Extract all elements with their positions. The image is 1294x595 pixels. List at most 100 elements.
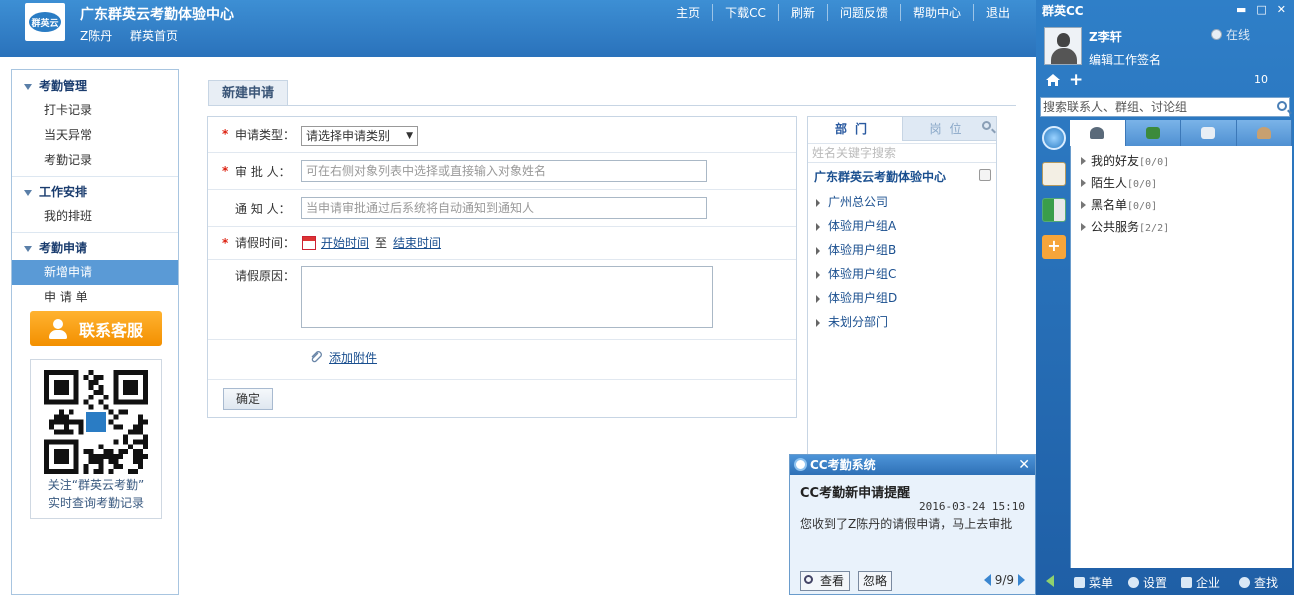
message-count[interactable]: 10 bbox=[1254, 73, 1268, 86]
tab-organization[interactable] bbox=[1125, 120, 1181, 146]
org-search-input[interactable]: 姓名关键字搜索 bbox=[808, 143, 996, 163]
org-item[interactable]: 未划分部门 bbox=[816, 313, 888, 330]
nav-refresh[interactable]: 刷新 bbox=[777, 4, 827, 21]
org-root[interactable]: 广东群英云考勤体验中心 bbox=[814, 168, 946, 185]
plus-icon[interactable]: + bbox=[1042, 235, 1066, 259]
group-title: 考勤申请 bbox=[39, 241, 88, 255]
contact-support-button[interactable]: 联系客服 bbox=[30, 311, 162, 346]
tab-recent[interactable] bbox=[1236, 120, 1292, 146]
group-attendance-management[interactable]: 考勤管理 bbox=[12, 74, 178, 98]
settings-button[interactable]: 设置 bbox=[1128, 574, 1167, 591]
view-button-label: 查看 bbox=[819, 574, 844, 588]
clipboard-icon[interactable] bbox=[1042, 162, 1066, 186]
row-notify: 通 知 人： 当申请审批通过后系统将自动通知到通知人 bbox=[208, 190, 796, 227]
qr-caption-line2: 实时查询考勤记录 bbox=[47, 496, 144, 510]
back-arrow-icon[interactable] bbox=[1046, 575, 1054, 587]
request-type-label: 申请类型： bbox=[235, 128, 296, 142]
add-icon[interactable]: + bbox=[1069, 70, 1083, 90]
find-button[interactable]: 查找 bbox=[1239, 574, 1278, 591]
page-title: 新建申请 bbox=[208, 80, 288, 106]
sidebar-item-my-shifts[interactable]: 我的排班 bbox=[12, 204, 178, 229]
attendance-icon[interactable] bbox=[1042, 198, 1066, 222]
tab-contacts[interactable] bbox=[1070, 120, 1126, 146]
header-bar: 群英云 广东群英云考勤体验中心 Z陈丹 群英首页 主页 下载CC 刷新 问题反馈… bbox=[0, 0, 1036, 57]
group-work-schedule[interactable]: 工作安排 bbox=[12, 180, 178, 204]
list-item[interactable]: 我的好友[0/0] bbox=[1081, 152, 1169, 169]
enterprise-label: 企业 bbox=[1196, 576, 1221, 590]
signature-edit[interactable]: 编辑工作签名 bbox=[1089, 51, 1161, 68]
tab-department[interactable]: 部门 bbox=[808, 117, 903, 141]
cc-search-input[interactable]: 搜索联系人、群组、讨论组 bbox=[1040, 97, 1290, 117]
org-item[interactable]: 体验用户组B bbox=[816, 241, 896, 258]
group-name: 公共服务 bbox=[1091, 220, 1140, 234]
collapse-arrow-icon bbox=[24, 245, 32, 252]
nav-home[interactable]: 主页 bbox=[664, 4, 712, 21]
leave-reason-textarea[interactable] bbox=[301, 266, 713, 328]
status-selector[interactable]: 在线 bbox=[1211, 26, 1250, 43]
left-sidebar: 考勤管理 打卡记录 当天异常 考勤记录 工作安排 我的排班 考勤申请 新增申请 … bbox=[11, 69, 179, 595]
add-attachment-link[interactable]: 添加附件 bbox=[329, 349, 377, 366]
org-selector-panel: 部门 岗位 姓名关键字搜索 广东群英云考勤体验中心 广州总公司 体验用户组A 体… bbox=[807, 116, 997, 456]
nav-feedback[interactable]: 问题反馈 bbox=[826, 4, 900, 21]
maximize-icon[interactable]: □ bbox=[1256, 3, 1266, 16]
chat-icon bbox=[1201, 127, 1216, 139]
qunying-home-link[interactable]: 群英首页 bbox=[130, 27, 178, 44]
prev-arrow-icon[interactable] bbox=[983, 574, 991, 586]
close-icon[interactable]: ✕ bbox=[1018, 455, 1030, 475]
search-icon bbox=[804, 575, 813, 584]
minimize-icon[interactable]: ▬ bbox=[1236, 3, 1246, 16]
tab-position[interactable]: 岗位 bbox=[903, 117, 996, 141]
expand-arrow-icon bbox=[816, 246, 820, 255]
search-icon[interactable] bbox=[1277, 101, 1287, 111]
request-type-select[interactable]: 请选择申请类别 ▼ bbox=[301, 126, 418, 146]
group-count: [0/0] bbox=[1139, 157, 1170, 168]
logo-text: 群英云 bbox=[29, 12, 61, 32]
list-item[interactable]: 黑名单[0/0] bbox=[1081, 196, 1157, 213]
next-arrow-icon[interactable] bbox=[1018, 574, 1025, 586]
nav-download-cc[interactable]: 下载CC bbox=[712, 4, 778, 21]
sidebar-item-new-request[interactable]: 新增申请 bbox=[12, 260, 178, 285]
org-item[interactable]: 体验用户组A bbox=[816, 217, 896, 234]
nav-help[interactable]: 帮助中心 bbox=[899, 4, 973, 21]
sidebar-item-punch-records[interactable]: 打卡记录 bbox=[12, 98, 178, 123]
expand-arrow-icon bbox=[1081, 201, 1086, 209]
nav-logout[interactable]: 退出 bbox=[972, 4, 1022, 21]
sidebar-item-today-exceptions[interactable]: 当天异常 bbox=[12, 123, 178, 148]
cc-bottom-bar: 菜单 设置 企业 查找 bbox=[1036, 568, 1294, 595]
org-item[interactable]: 体验用户组C bbox=[816, 265, 896, 282]
org-item-label: 广州总公司 bbox=[828, 195, 889, 209]
group-attendance-request[interactable]: 考勤申请 bbox=[12, 236, 178, 260]
sidebar-item-request-list[interactable]: 申 请 单 bbox=[12, 285, 178, 310]
group-name: 黑名单 bbox=[1091, 198, 1128, 212]
avatar[interactable] bbox=[1044, 27, 1082, 65]
paperclip-icon bbox=[311, 351, 322, 363]
popup-header: CC考勤系统 ✕ bbox=[790, 455, 1035, 475]
home-icon[interactable] bbox=[1046, 74, 1060, 86]
calendar-icon[interactable] bbox=[302, 236, 316, 250]
tab-groups[interactable] bbox=[1181, 120, 1237, 146]
org-tabs: 部门 岗位 bbox=[808, 117, 996, 141]
row-actions: 确定 bbox=[208, 380, 796, 418]
org-item[interactable]: 体验用户组D bbox=[816, 289, 897, 306]
site-logo[interactable]: 群英云 bbox=[25, 3, 65, 41]
end-time-link[interactable]: 结束时间 bbox=[393, 234, 441, 251]
notify-input[interactable]: 当申请审批通过后系统将自动通知到通知人 bbox=[301, 197, 707, 219]
required-mark: * bbox=[222, 127, 229, 141]
start-time-link[interactable]: 开始时间 bbox=[321, 234, 369, 251]
confirm-button[interactable]: 确定 bbox=[223, 388, 273, 410]
collapse-arrow-icon bbox=[24, 189, 32, 196]
ignore-button[interactable]: 忽略 bbox=[858, 571, 892, 591]
enterprise-button[interactable]: 企业 bbox=[1181, 574, 1220, 591]
approver-input[interactable]: 可在右侧对象列表中选择或直接输入对象姓名 bbox=[301, 160, 707, 182]
cc-logo-icon[interactable] bbox=[1042, 126, 1066, 150]
list-item[interactable]: 陌生人[0/0] bbox=[1081, 174, 1157, 191]
search-icon[interactable] bbox=[982, 121, 991, 130]
view-button[interactable]: 查看 bbox=[800, 571, 850, 591]
list-item[interactable]: 公共服务[2/2] bbox=[1081, 218, 1169, 235]
org-item[interactable]: 广州总公司 bbox=[816, 193, 888, 210]
select-all-checkbox[interactable] bbox=[979, 169, 991, 181]
menu-button[interactable]: 菜单 bbox=[1074, 574, 1113, 591]
sidebar-item-attendance-records[interactable]: 考勤记录 bbox=[12, 148, 178, 173]
divider bbox=[12, 232, 178, 233]
close-icon[interactable]: ✕ bbox=[1277, 3, 1286, 16]
